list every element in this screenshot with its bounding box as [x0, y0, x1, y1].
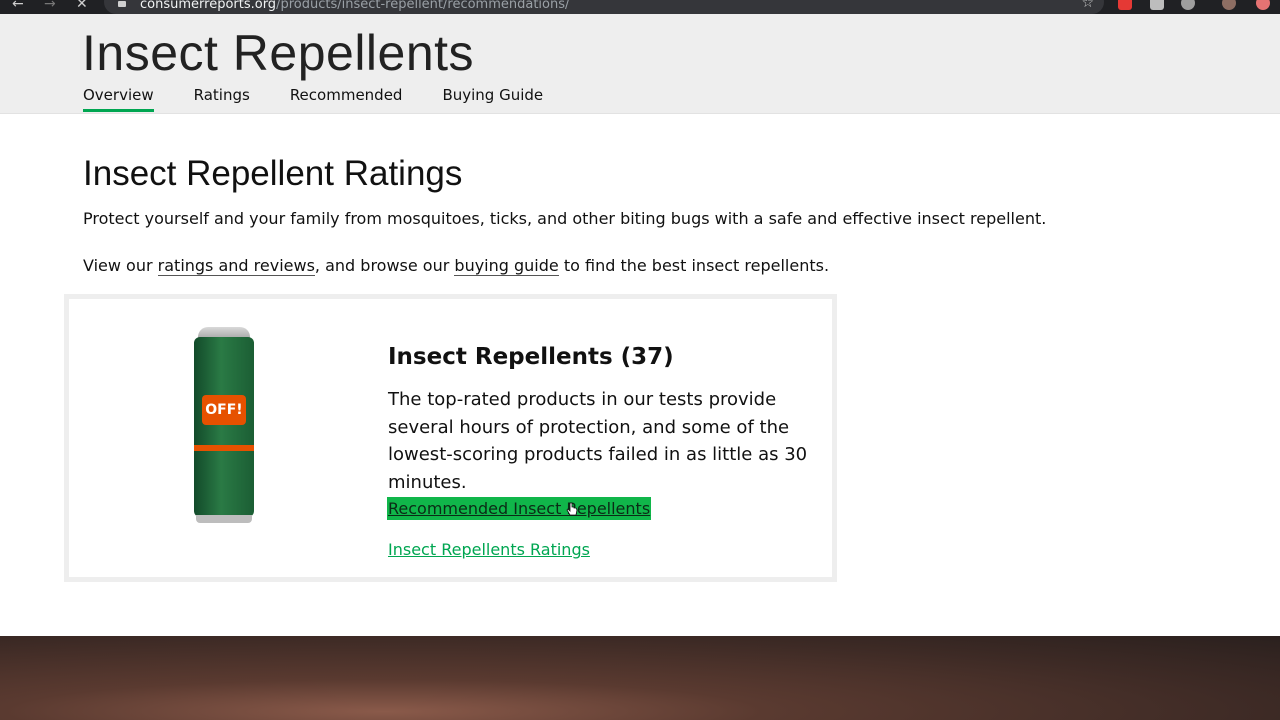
intro-text: Protect yourself and your family from mo… — [83, 209, 1047, 228]
card-description: The top-rated products in our tests prov… — [388, 389, 808, 493]
extension-icon[interactable] — [1256, 0, 1270, 10]
product-card: OFF! Insect Repellents (37) The top-rate… — [64, 294, 837, 582]
ratings-link[interactable]: Insect Repellents Ratings — [388, 540, 590, 559]
recommended-link[interactable]: Recommended Insect Repellents — [387, 497, 652, 520]
address-bar[interactable]: consumerreports.org/products/insect-repe… — [104, 0, 1104, 14]
hand-cursor-icon — [566, 502, 578, 516]
hero-banner-image — [0, 636, 1280, 720]
extension-icon[interactable] — [1118, 0, 1132, 10]
card-title: Insect Repellents (37) — [388, 344, 674, 370]
tab-ratings[interactable]: Ratings — [194, 86, 250, 112]
page-title: Insect Repellents — [82, 25, 475, 81]
browser-toolbar: ← → ✕ consumerreports.org/products/insec… — [0, 0, 1280, 14]
address-url[interactable]: consumerreports.org/products/insect-repe… — [140, 0, 569, 12]
profile-avatar[interactable] — [1222, 0, 1236, 10]
bookmark-star-icon[interactable]: ☆ — [1081, 0, 1094, 11]
stop-loading-icon[interactable]: ✕ — [76, 0, 88, 12]
back-arrow-icon[interactable]: ← — [12, 0, 24, 12]
extension-icon[interactable] — [1181, 0, 1195, 10]
tab-recommended[interactable]: Recommended — [290, 86, 403, 112]
tab-buying-guide[interactable]: Buying Guide — [442, 86, 543, 112]
page-header: Insect Repellents Overview Ratings Recom… — [0, 14, 1280, 114]
ratings-reviews-link[interactable]: ratings and reviews — [157, 256, 315, 276]
extension-icon[interactable] — [1150, 0, 1164, 10]
product-logo: OFF! — [202, 395, 246, 425]
buying-guide-link[interactable]: buying guide — [454, 256, 559, 276]
tab-bar: Overview Ratings Recommended Buying Guid… — [83, 86, 583, 112]
product-image: OFF! — [194, 327, 254, 525]
lock-icon — [118, 1, 126, 7]
section-title: Insect Repellent Ratings — [83, 154, 463, 193]
intro-links-text: View our ratings and reviews, and browse… — [83, 256, 830, 276]
forward-arrow-icon[interactable]: → — [44, 0, 56, 12]
tab-overview[interactable]: Overview — [83, 86, 154, 112]
